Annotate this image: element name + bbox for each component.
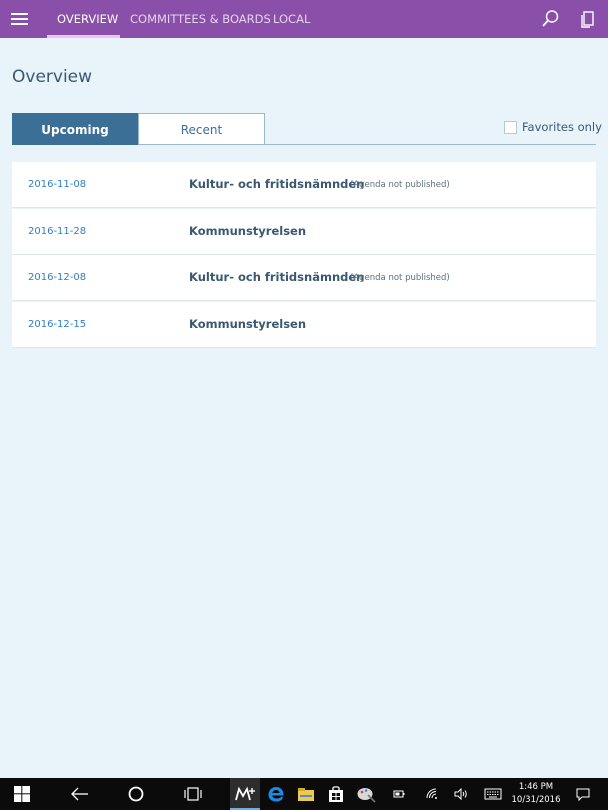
back-arrow-icon[interactable] — [58, 778, 102, 810]
top-nav-bar: OVERVIEW COMMITTEES & BOARDS LOCAL — [0, 0, 608, 38]
hamburger-menu-icon[interactable] — [11, 13, 28, 25]
meeting-row[interactable]: 2016-12-15 Kommunstyrelsen — [12, 301, 596, 348]
volume-icon[interactable] — [451, 778, 471, 810]
page-title: Overview — [12, 67, 93, 87]
meeting-row[interactable]: 2016-11-08 Kultur- och fritidsnämnden (A… — [12, 162, 596, 208]
windows-start-icon[interactable] — [0, 778, 44, 810]
task-view-icon[interactable] — [171, 778, 215, 810]
file-explorer-icon[interactable] — [292, 778, 320, 810]
documents-icon[interactable] — [578, 9, 598, 29]
wifi-icon[interactable] — [422, 778, 442, 810]
tab-local[interactable]: LOCAL — [273, 0, 310, 38]
recent-tab-button[interactable]: Recent — [138, 113, 265, 145]
favorites-only-label: Favorites only — [522, 120, 602, 134]
meeting-date[interactable]: 2016-12-15 — [28, 319, 86, 330]
clock-time: 1:46 PM — [518, 782, 554, 792]
segment-divider-line — [265, 144, 596, 145]
search-icon[interactable] — [540, 9, 560, 29]
meetings-list: 2016-11-08 Kultur- och fritidsnämnden (A… — [12, 162, 596, 348]
clock-date: 10/31/2016 — [511, 795, 561, 805]
meeting-committee-name[interactable]: Kultur- och fritidsnämnden — [189, 270, 364, 284]
keyboard-icon[interactable] — [482, 778, 504, 810]
cortana-circle-icon[interactable] — [114, 778, 158, 810]
tab-overview[interactable]: OVERVIEW — [57, 0, 118, 38]
edge-browser-icon[interactable] — [262, 778, 290, 810]
meeting-date[interactable]: 2016-11-08 — [28, 179, 86, 190]
store-icon[interactable] — [322, 778, 350, 810]
agenda-status-note: (Agenda not published) — [350, 273, 450, 283]
meeting-committee-name[interactable]: Kultur- och fritidsnämnden — [189, 177, 364, 191]
favorites-only-toggle[interactable]: Favorites only — [504, 120, 602, 134]
meeting-committee-name[interactable]: Kommunstyrelsen — [189, 317, 306, 331]
favorites-only-checkbox[interactable] — [504, 120, 517, 134]
taskbar-clock[interactable]: 1:46 PM 10/31/2016 — [510, 781, 562, 807]
active-tab-indicator — [47, 35, 120, 38]
tab-committees-boards[interactable]: COMMITTEES & BOARDS — [130, 0, 271, 38]
meeting-row[interactable]: 2016-12-08 Kultur- och fritidsnämnden (A… — [12, 255, 596, 301]
meetings-app-icon[interactable] — [230, 778, 260, 810]
meeting-date[interactable]: 2016-11-28 — [28, 226, 86, 237]
meeting-committee-name[interactable]: Kommunstyrelsen — [189, 224, 306, 238]
notifications-icon[interactable] — [572, 778, 594, 810]
meeting-date[interactable]: 2016-12-08 — [28, 272, 86, 283]
paint-icon[interactable] — [352, 778, 380, 810]
windows-taskbar: 1:46 PM 10/31/2016 — [0, 778, 608, 810]
agenda-status-note: (Agenda not published) — [350, 180, 450, 190]
battery-icon — [390, 778, 408, 810]
upcoming-tab-button[interactable]: Upcoming — [12, 113, 138, 145]
meeting-row[interactable]: 2016-11-28 Kommunstyrelsen — [12, 208, 596, 255]
